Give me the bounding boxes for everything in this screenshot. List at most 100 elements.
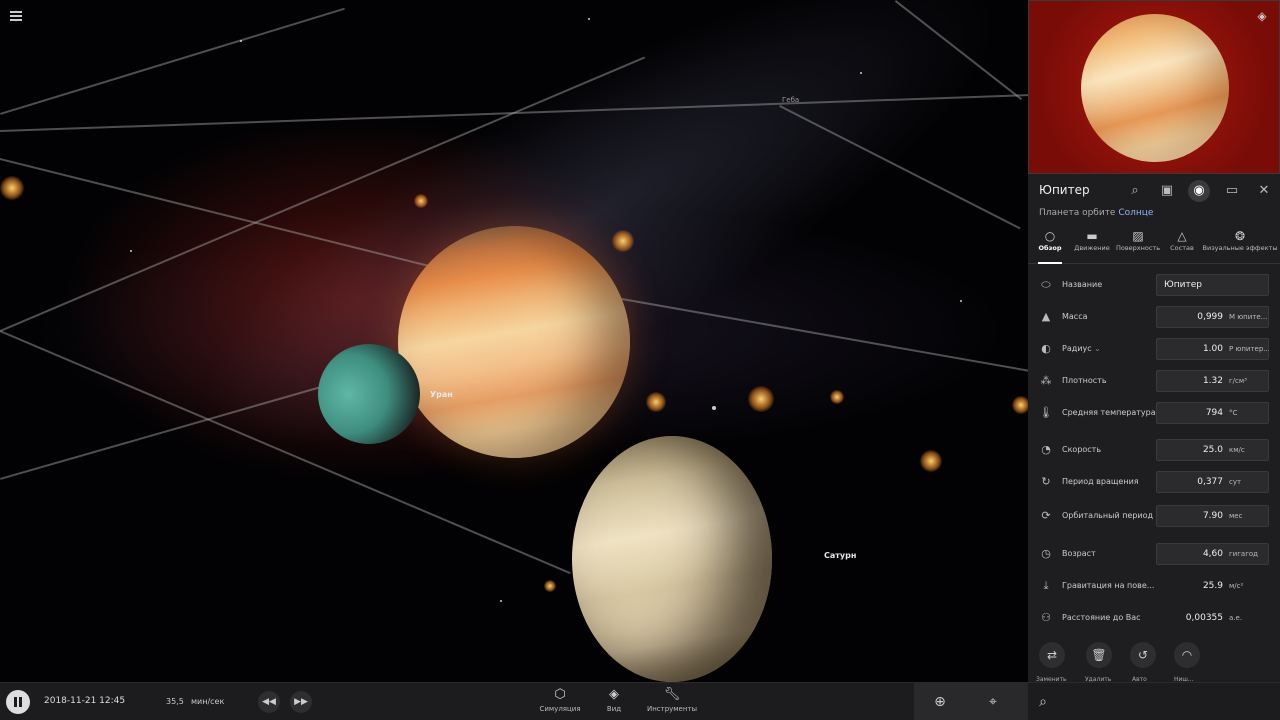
rotation-period-input[interactable]: 0,377 сут (1156, 471, 1269, 493)
layers-icon[interactable]: ◈ (1255, 9, 1269, 23)
star (960, 300, 962, 302)
flask-icon: △ (1177, 229, 1187, 243)
property-unit: а.е. (1229, 614, 1243, 622)
gravity-icon: ⤓ (1043, 579, 1049, 592)
weight-icon: ▲ (1041, 310, 1051, 323)
property-unit[interactable]: °C (1229, 409, 1269, 417)
replace-icon[interactable]: ⇄ (1039, 642, 1065, 668)
property-unit[interactable]: гигагод (1229, 550, 1269, 558)
image-icon: ▨ (1132, 229, 1144, 243)
property-speed: ◔ Скорость 25.0 км/с (1028, 437, 1280, 465)
sidebar-toggle-icon[interactable]: ▣ (1156, 180, 1178, 202)
radius-icon: ◐ (1041, 342, 1051, 355)
tab-motion[interactable]: ▬ Движение (1072, 226, 1112, 264)
property-value: 0,377 (1197, 477, 1223, 487)
fast-forward-icon[interactable]: ▶▶ (290, 691, 312, 713)
pause-button[interactable] (6, 690, 30, 714)
planet-subtitle: Планета орбите Солнце (1039, 208, 1153, 218)
age-input[interactable]: 4,60 гигагод (1156, 543, 1269, 565)
property-label: Расстояние до Вас (1062, 613, 1141, 622)
property-unit: м/с² (1229, 582, 1244, 590)
property-unit[interactable]: мес (1229, 512, 1269, 520)
property-label: Возраст (1062, 549, 1096, 558)
tab-label: Поверхность (1115, 244, 1161, 252)
property-age: ◷ Возраст 4,60 гигагод (1028, 541, 1280, 569)
trash-icon[interactable]: 🗑︎ (1086, 642, 1112, 668)
property-unit[interactable]: М юпите... (1229, 313, 1269, 321)
radius-input[interactable]: 1.00 Р юпитер... (1156, 338, 1269, 360)
uranus-label[interactable]: Уран (430, 390, 453, 399)
mass-input[interactable]: 0,999 М юпите... (1156, 306, 1269, 328)
nav-view[interactable]: ◈ Вид (602, 687, 626, 713)
card-icon[interactable]: ▭ (1221, 180, 1243, 202)
palette-icon: ❂ (1234, 229, 1246, 243)
star-cluster-glow (0, 176, 24, 200)
rotation-icon: ↻ (1041, 475, 1051, 488)
search-icon[interactable]: ⌕ (1124, 180, 1146, 202)
star-cluster-glow (544, 580, 556, 592)
auto-icon[interactable]: ↺ (1130, 642, 1156, 668)
add-icon[interactable]: ⊕ (929, 691, 951, 713)
simulation-speed-value[interactable]: 35,5 (166, 697, 184, 706)
property-unit[interactable]: сут (1229, 478, 1269, 486)
recenter-icon[interactable]: ⌖ (982, 691, 1004, 713)
property-distance: ⚇ Расстояние до Вас 0,00355 а.е. (1028, 605, 1280, 633)
wrench-icon: 🔧︎ (663, 687, 681, 702)
property-radius: ◐ Радиус ⌄ 1.00 Р юпитер... (1028, 336, 1280, 364)
thermometer-icon: 🌡︎ (1039, 406, 1053, 419)
star (712, 406, 716, 410)
speed-input[interactable]: 25.0 км/с (1156, 439, 1269, 461)
property-unit[interactable]: Р юпитер... (1229, 345, 1269, 353)
orbital-period-input[interactable]: 7.90 мес (1156, 505, 1269, 527)
property-label: Средняя температура (1062, 408, 1156, 417)
star-cluster-glow (920, 450, 942, 472)
tab-surface[interactable]: ▨ Поверхность (1114, 226, 1162, 264)
property-label: Радиус ⌄ (1062, 344, 1101, 353)
planet-preview[interactable]: ◈ (1028, 0, 1280, 174)
property-value: 0,00355 (1185, 613, 1223, 623)
property-label: Название (1062, 280, 1103, 289)
tab-visual-effects[interactable]: ❂ Визуальные эффекты (1202, 226, 1278, 264)
tab-composition[interactable]: △ Состав (1164, 226, 1200, 264)
property-value: 794 (1205, 408, 1223, 418)
star (588, 18, 590, 20)
jupiter-preview-image (1081, 14, 1229, 162)
uranus-planet[interactable] (318, 344, 420, 444)
property-value: Юпитер (1164, 280, 1202, 290)
gauge-icon[interactable]: ◠ (1174, 642, 1200, 668)
nav-label: Инструменты (646, 705, 698, 713)
property-rotation-period: ↻ Период вращения 0,377 сут (1028, 469, 1280, 497)
close-icon[interactable]: ✕ (1253, 180, 1275, 202)
name-input[interactable]: Юпитер (1156, 274, 1269, 296)
saturn-label[interactable]: Сатурн (824, 551, 856, 560)
property-value: 1.00 (1202, 344, 1223, 354)
hamburger-menu-icon[interactable] (8, 9, 24, 23)
property-unit[interactable]: км/с (1229, 446, 1269, 454)
property-surface-gravity: ⤓ Гравитация на пове... 25.9 м/с² (1028, 573, 1280, 601)
orbit-line (0, 7, 345, 115)
temperature-input[interactable]: 794 °C (1156, 402, 1269, 424)
property-density: ⁂ Плотность 1.32 г/см³ (1028, 368, 1280, 396)
parent-star-link[interactable]: Солнце (1118, 208, 1153, 218)
simulation-datetime[interactable]: 2018-11-21 12:45 (44, 696, 125, 706)
gravity-readout: 25.9 м/с² (1156, 575, 1269, 597)
tab-overview[interactable]: ○ Обзор (1032, 226, 1068, 264)
nav-tools[interactable]: 🔧︎ Инструменты (646, 687, 698, 713)
chevron-down-icon[interactable]: ⌄ (1094, 344, 1101, 353)
jupiter-planet[interactable] (398, 226, 630, 458)
eye-icon[interactable]: ◉ (1188, 180, 1210, 202)
space-viewport[interactable]: Уран Сатурн Геба (0, 0, 1028, 682)
distance-icon: ⚇ (1041, 611, 1051, 624)
hebe-label[interactable]: Геба (782, 96, 799, 104)
search-icon[interactable]: ⌕ (1032, 691, 1054, 713)
density-input[interactable]: 1.32 г/см³ (1156, 370, 1269, 392)
nav-simulation[interactable]: ⬡ Симуляция (538, 687, 582, 713)
rewind-icon[interactable]: ◀◀ (258, 691, 280, 713)
star (500, 600, 502, 602)
molecules-icon: ⁂ (1040, 374, 1052, 387)
saturn-planet[interactable] (572, 436, 772, 682)
orbit-line (621, 298, 1028, 373)
tab-label: Обзор (1038, 244, 1062, 252)
tag-icon: ⬭ (1041, 278, 1051, 291)
property-unit[interactable]: г/см³ (1229, 377, 1269, 385)
